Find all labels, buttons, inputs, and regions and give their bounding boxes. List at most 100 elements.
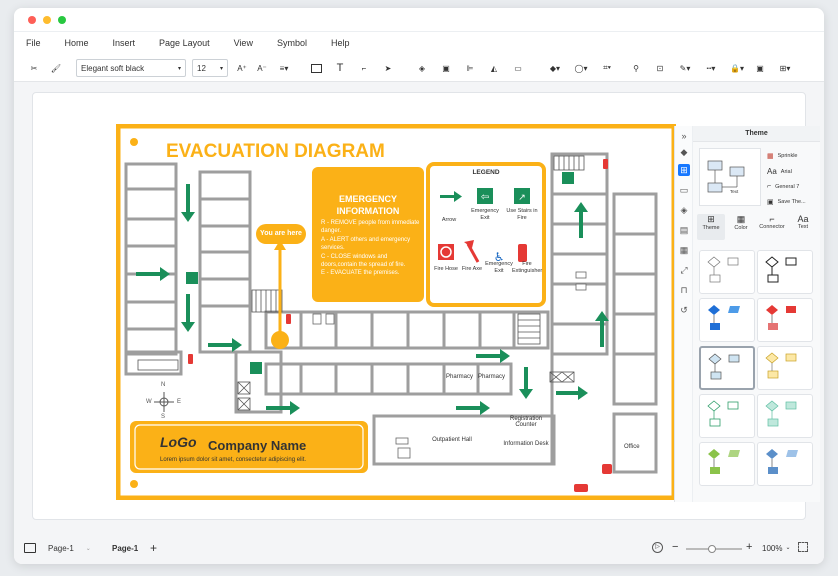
menu-help[interactable]: Help — [331, 38, 350, 48]
fill-color-icon[interactable]: ◆▾ — [544, 59, 566, 77]
fit-panel-icon[interactable]: ⤢ — [678, 264, 690, 276]
legend-exit-label: Emergency Exit — [471, 208, 499, 221]
close-window-button[interactable] — [28, 16, 36, 24]
lock-icon[interactable]: 🔒▾ — [726, 59, 748, 77]
zoom-slider-thumb[interactable] — [708, 545, 716, 553]
collapse-panel-icon[interactable]: » — [678, 130, 690, 142]
font-family-select[interactable]: Elegant soft black ▾ — [76, 59, 186, 77]
menu-insert[interactable]: Insert — [113, 38, 136, 48]
minimize-window-button[interactable] — [43, 16, 51, 24]
connector-icon[interactable]: ⌐ — [356, 59, 372, 77]
legend-axe-label: Fire Axe — [461, 266, 483, 272]
emergency-line-e: E - EVACUATE the premises. — [321, 270, 400, 277]
page-tab-dropdown[interactable]: Page-1 ⌄ — [48, 544, 91, 553]
fill-panel-icon[interactable]: ◆ — [678, 146, 690, 158]
history-panel-icon[interactable]: ↺ — [678, 304, 690, 316]
svg-text:⇦: ⇦ — [481, 192, 489, 203]
pointer-icon[interactable]: ➤ — [380, 59, 396, 77]
theme-option-connector[interactable]: ⌐ General 7 — [767, 183, 799, 190]
emergency-title: EMERGENCY INFORMATION — [336, 194, 400, 216]
legend-extinguisher-label: Fire Extinguisher — [512, 261, 543, 274]
increase-font-icon[interactable]: A⁺ — [234, 59, 250, 77]
theme-option-sprinkle[interactable]: ▦ Sprinkle — [767, 152, 798, 160]
company-logo: LoGo — [160, 434, 197, 450]
compass-w: W — [146, 399, 152, 405]
tab-theme[interactable]: ⊞ Theme — [697, 214, 725, 240]
present-panel-icon[interactable]: ⊓ — [678, 284, 690, 296]
theme-option-save[interactable]: ▣ Save The... — [767, 198, 806, 206]
decrease-font-icon[interactable]: A⁻ — [254, 59, 270, 77]
menu-view[interactable]: View — [234, 38, 253, 48]
maximize-window-button[interactable] — [58, 16, 66, 24]
emergency-line-r: R - REMOVE people from immediate danger. — [321, 220, 420, 235]
floor-plan-svg: ⇦ ↗ ♿ — [115, 123, 677, 501]
flip-icon[interactable]: ◭ — [486, 59, 502, 77]
theme-card-9[interactable] — [699, 442, 755, 486]
search-icon[interactable]: ⚲ — [628, 59, 644, 77]
legend-stairs-label: Use Stairs in Fire — [506, 208, 538, 221]
theme-panel: Theme Text ▦ Sprinkle Aa Arial ⌐ General 7 … — [693, 126, 820, 502]
theme-card-7[interactable] — [699, 394, 755, 438]
menu-page-layout[interactable]: Page Layout — [159, 38, 210, 48]
theme-card-2[interactable] — [757, 250, 813, 294]
emergency-line-a: A - ALERT others and emergency services. — [321, 236, 411, 252]
tab-text[interactable]: Aa Text — [789, 214, 817, 240]
theme-card-6[interactable] — [757, 346, 813, 390]
connector-style-icon: ⌐ — [767, 183, 772, 190]
fullscreen-icon[interactable] — [798, 542, 808, 552]
right-panel: » ◆ ⊞ ▭ ◈ ▤ ▦ ⤢ ⊓ ↺ Theme Text ▦ Sprinkl… — [674, 126, 820, 502]
active-page-tab[interactable]: Page-1 — [112, 544, 138, 553]
zoom-in-button[interactable]: + — [746, 541, 752, 553]
you-are-here-label: You are here — [256, 224, 306, 244]
tab-connector[interactable]: ⌐ Connector — [757, 214, 787, 240]
theme-card-10[interactable] — [757, 442, 813, 486]
add-page-button[interactable]: + — [150, 541, 157, 555]
tab-color[interactable]: ▦ Color — [727, 214, 755, 240]
more-tools-icon[interactable]: ⊞▾ — [774, 59, 796, 77]
dash-style-icon[interactable]: ┅▾ — [700, 59, 722, 77]
theme-panel-icon[interactable]: ⊞ — [678, 164, 690, 176]
menu-home[interactable]: Home — [65, 38, 89, 48]
theme-card-4[interactable] — [757, 298, 813, 342]
line-color-icon[interactable]: ✎▾ — [674, 59, 696, 77]
page-view-icon[interactable] — [24, 543, 36, 553]
play-icon[interactable]: ▷ — [652, 542, 663, 553]
group-icon[interactable]: ▣ — [438, 59, 454, 77]
compass-s: S — [161, 414, 166, 420]
align-left-icon[interactable]: ⊫ — [462, 59, 478, 77]
zoom-out-button[interactable]: − — [672, 541, 678, 553]
size-icon[interactable]: ▭ — [510, 59, 526, 77]
crop-icon[interactable]: ⌗▾ — [596, 59, 618, 77]
align-icon[interactable]: ≡▾ — [274, 59, 294, 77]
format-painter-icon[interactable]: 🖌 — [48, 59, 64, 77]
cut-icon[interactable]: ✂ — [26, 59, 42, 77]
theme-option-font[interactable]: Aa Arial — [767, 167, 792, 176]
find-replace-icon[interactable]: ⊡ — [652, 59, 668, 77]
room-office: Office — [624, 444, 640, 450]
line-style-icon[interactable]: ◯▾ — [570, 59, 592, 77]
theme-card-8[interactable] — [757, 394, 813, 438]
frame-icon[interactable]: ▣ — [752, 59, 768, 77]
legend-disabled-exit-label: Emergency Exit — [485, 261, 513, 274]
menu-file[interactable]: File — [26, 38, 41, 48]
theme-card-5-selected[interactable] — [699, 346, 755, 390]
zoom-slider[interactable] — [686, 545, 742, 553]
rectangle-icon[interactable] — [308, 59, 324, 77]
evacuation-diagram[interactable]: ⇦ ↗ ♿ EVACUATION DIAGRAM You are here EM… — [115, 123, 677, 501]
text-icon[interactable]: T — [332, 59, 348, 77]
layers-panel-icon[interactable]: ◈ — [678, 204, 690, 216]
data-panel-icon[interactable]: ▦ — [678, 244, 690, 256]
theme-card-3[interactable] — [699, 298, 755, 342]
connector-tab-icon: ⌐ — [769, 214, 775, 224]
page-panel-icon[interactable]: ▤ — [678, 224, 690, 236]
svg-text:↗: ↗ — [518, 193, 526, 203]
room-pharmacy-1: Pharmacy — [446, 374, 474, 380]
zoom-level[interactable]: 100% ⌄ — [762, 544, 791, 553]
image-panel-icon[interactable]: ▭ — [678, 184, 690, 196]
font-size-select[interactable]: 12 ▾ — [192, 59, 228, 77]
status-bar: Page-1 ⌄ Page-1 + ▷ − + 100% ⌄ — [14, 534, 824, 564]
layers-icon[interactable]: ◈ — [414, 59, 430, 77]
theme-preview[interactable]: Text — [699, 148, 761, 206]
theme-card-1[interactable] — [699, 250, 755, 294]
menu-symbol[interactable]: Symbol — [277, 38, 307, 48]
